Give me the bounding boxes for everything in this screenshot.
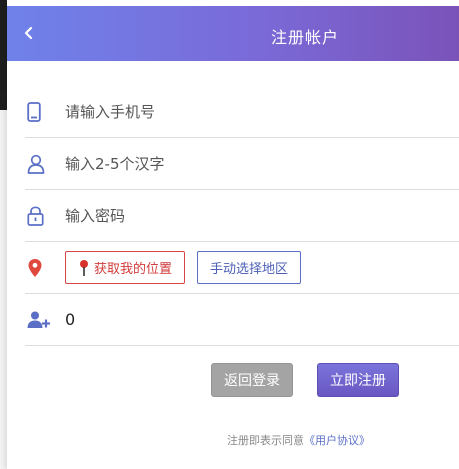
count-row: 0 xyxy=(25,294,459,346)
name-input[interactable] xyxy=(65,154,405,173)
dialog-header: 注册帐户 xyxy=(7,6,459,61)
password-input[interactable] xyxy=(65,206,405,225)
register-button[interactable]: 立即注册 xyxy=(317,363,399,397)
add-user-icon xyxy=(25,305,57,335)
map-pin-icon xyxy=(25,253,57,283)
form-actions: 返回登录 立即注册 xyxy=(211,363,399,397)
terms-prefix: 注册即表示同意 xyxy=(227,434,304,447)
get-location-button[interactable]: 获取我的位置 xyxy=(65,251,186,284)
get-location-label: 获取我的位置 xyxy=(94,262,173,277)
password-row xyxy=(25,190,459,242)
lock-icon xyxy=(25,201,57,231)
invite-count-value: 0 xyxy=(65,310,76,329)
back-to-login-button[interactable]: 返回登录 xyxy=(211,363,293,397)
phone-row xyxy=(25,86,459,138)
register-dialog: 注册帐户 请输入手机号 输入2-5个汉字 获取我的位置 手动选择地区 0 返回登… xyxy=(7,0,459,469)
phone-input[interactable] xyxy=(65,102,405,121)
manual-region-button[interactable]: 手动选择地区 xyxy=(197,251,302,284)
terms-text: 注册即表示同意《用户协议》 xyxy=(227,432,370,448)
page-title: 注册帐户 xyxy=(270,28,339,47)
register-form: 获取我的位置 手动选择地区 0 xyxy=(25,86,459,346)
name-row xyxy=(25,138,459,190)
location-row: 获取我的位置 手动选择地区 xyxy=(25,242,459,294)
pushpin-icon xyxy=(80,259,88,276)
user-agreement-link[interactable]: 《用户协议》 xyxy=(304,434,370,447)
phone-icon xyxy=(25,97,57,127)
manual-region-label: 手动选择地区 xyxy=(210,262,289,277)
user-icon xyxy=(25,149,57,179)
